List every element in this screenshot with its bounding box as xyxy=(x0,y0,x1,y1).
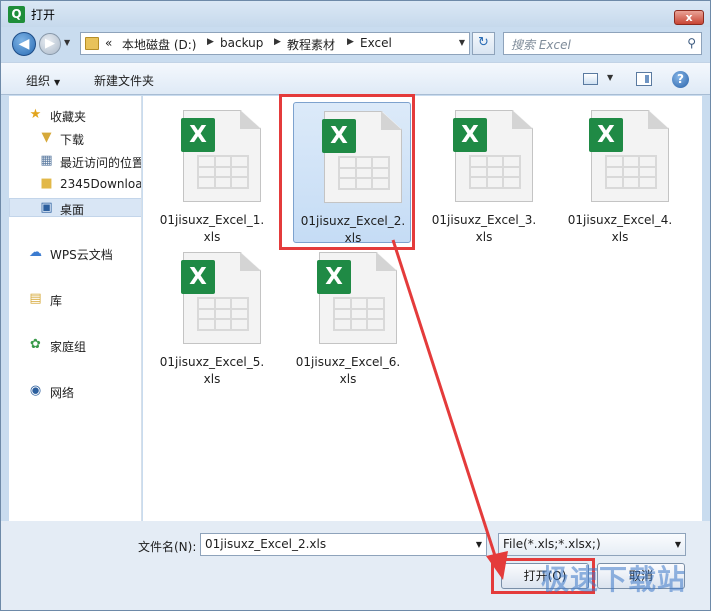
download-folder-icon: ▼ xyxy=(41,130,52,145)
refresh-button[interactable]: ↻ xyxy=(472,32,495,55)
excel-file-icon: X xyxy=(181,110,261,202)
breadcrumb-excel[interactable]: Excel xyxy=(360,36,392,50)
excel-file-icon: X xyxy=(317,252,397,344)
recent-places-icon: ▦ xyxy=(40,153,53,168)
chevron-down-icon[interactable]: ▼ xyxy=(607,73,613,82)
search-input[interactable]: 搜索 Excel xyxy=(511,36,571,53)
sidebar-item-label: WPS云文档 xyxy=(50,248,113,262)
address-bar[interactable]: « 本地磁盘 (D:) ▶ backup ▶ 教程素材 ▶ Excel ▼ xyxy=(80,32,470,55)
file-item-excel-5[interactable]: X 01jisuxz_Excel_5. xls xyxy=(153,244,271,386)
organize-menu[interactable]: 组织 ▼ xyxy=(26,72,60,89)
file-list-view: X 01jisuxz_Excel_1. xls X 01jisuxz_Excel_… xyxy=(143,96,702,521)
close-button[interactable]: x xyxy=(674,10,704,25)
chevron-right-icon[interactable]: ▶ xyxy=(274,37,281,47)
sidebar-item-label: 桌面 xyxy=(60,203,85,217)
file-item-excel-6[interactable]: X 01jisuxz_Excel_6. xls xyxy=(289,244,407,386)
file-type-filter-select[interactable]: File(*.xls;*.xlsx;) ▼ xyxy=(498,533,686,556)
sidebar-item-favorites[interactable]: ★ 收藏夹 xyxy=(9,106,141,125)
sidebar-item-network[interactable]: ◉ 网络 xyxy=(9,382,141,401)
back-button[interactable]: ◀ xyxy=(12,32,36,56)
preview-pane-button[interactable] xyxy=(636,72,652,86)
excel-file-icon: X xyxy=(453,110,533,202)
star-icon: ★ xyxy=(29,107,42,122)
network-icon: ◉ xyxy=(29,383,42,398)
address-overflow[interactable]: « xyxy=(105,36,112,50)
file-name: 01jisuxz_Excel_3. xls xyxy=(431,213,537,244)
navigation-pane: ★ 收藏夹 ▼ 下载 ▦ 最近访问的位置 ■ 2345Downloads ▣ 桌… xyxy=(9,96,142,521)
excel-x-icon: X xyxy=(453,118,487,152)
sidebar-item-wps-cloud[interactable]: ☁ WPS云文档 xyxy=(9,244,141,263)
change-view-button[interactable] xyxy=(583,73,598,85)
file-item-excel-3[interactable]: X 01jisuxz_Excel_3. xls xyxy=(425,102,543,244)
chevron-down-icon: ▼ xyxy=(674,540,681,549)
arrow-right-icon: ▶ xyxy=(45,36,55,51)
sidebar-item-label: 最近访问的位置 xyxy=(60,156,142,170)
excel-file-icon: X xyxy=(181,252,261,344)
sidebar-item-label: 网络 xyxy=(50,386,75,400)
refresh-icon: ↻ xyxy=(478,35,489,50)
chevron-right-icon[interactable]: ▶ xyxy=(207,37,214,47)
sidebar-item-label: 收藏夹 xyxy=(50,110,87,124)
excel-x-icon: X xyxy=(589,118,623,152)
folder-icon xyxy=(85,37,99,50)
file-type-filter-value: File(*.xls;*.xlsx;) xyxy=(503,537,601,551)
desktop-icon: ▣ xyxy=(40,200,53,215)
site-watermark: 极速下载站 xyxy=(541,563,687,596)
excel-x-icon: X xyxy=(181,260,215,294)
arrow-left-icon: ◀ xyxy=(18,36,30,52)
file-item-excel-4[interactable]: X 01jisuxz_Excel_4. xls xyxy=(561,102,679,244)
file-name: 01jisuxz_Excel_6. xls xyxy=(295,355,401,386)
file-item-excel-2[interactable]: X 01jisuxz_Excel_2. xls xyxy=(293,102,411,245)
title-bar: Q 打开 x xyxy=(1,1,710,27)
sidebar-item-label: 2345Downloads xyxy=(60,177,142,191)
sidebar-item-label: 下载 xyxy=(60,133,85,147)
filename-input[interactable]: 01jisuxz_Excel_2.xls ▼ xyxy=(200,533,487,556)
sidebar-item-homegroup[interactable]: ✿ 家庭组 xyxy=(9,336,141,355)
excel-file-icon: X xyxy=(322,111,402,203)
recent-pages-dropdown[interactable]: ▼ xyxy=(64,38,70,47)
filename-label: 文件名(N): xyxy=(138,540,197,554)
excel-x-icon: X xyxy=(317,260,351,294)
sidebar-item-label: 家庭组 xyxy=(50,340,87,354)
search-icon[interactable]: ⚲ xyxy=(687,36,696,50)
breadcrumb-drive[interactable]: 本地磁盘 (D:) xyxy=(122,36,196,53)
file-name: 01jisuxz_Excel_4. xls xyxy=(567,213,673,244)
breadcrumb-tutorial-materials[interactable]: 教程素材 xyxy=(287,36,335,53)
file-name: 01jisuxz_Excel_1. xls xyxy=(159,213,265,244)
library-icon: ▤ xyxy=(29,291,42,306)
cloud-icon: ☁ xyxy=(29,245,42,260)
search-box[interactable]: 搜索 Excel ⚲ xyxy=(503,32,702,55)
filename-value: 01jisuxz_Excel_2.xls xyxy=(205,537,327,551)
sidebar-item-2345downloads[interactable]: ■ 2345Downloads xyxy=(9,175,142,194)
excel-file-icon: X xyxy=(589,110,669,202)
forward-button[interactable]: ▶ xyxy=(39,33,61,55)
excel-x-icon: X xyxy=(181,118,215,152)
chevron-right-icon[interactable]: ▶ xyxy=(347,37,354,47)
sidebar-item-libraries[interactable]: ▤ 库 xyxy=(9,290,141,309)
command-toolbar: 组织 ▼ 新建文件夹 ▼ ? xyxy=(1,62,710,95)
excel-x-icon: X xyxy=(322,119,356,153)
file-name: 01jisuxz_Excel_2. xls xyxy=(300,214,406,245)
breadcrumb-backup[interactable]: backup xyxy=(220,36,263,50)
new-folder-button[interactable]: 新建文件夹 xyxy=(94,72,154,89)
sidebar-item-desktop[interactable]: ▣ 桌面 xyxy=(9,198,141,217)
organize-label: 组织 xyxy=(26,74,51,88)
homegroup-icon: ✿ xyxy=(30,337,41,352)
chevron-down-icon[interactable]: ▼ xyxy=(476,540,482,549)
open-file-dialog: Q 打开 x ◀ ▶ ▼ « 本地磁盘 (D:) ▶ backup ▶ 教程素材… xyxy=(0,0,711,611)
window-title: 打开 xyxy=(31,8,56,22)
sidebar-item-recent-places[interactable]: ▦ 最近访问的位置 xyxy=(9,152,142,171)
file-name: 01jisuxz_Excel_5. xls xyxy=(159,355,265,386)
help-button[interactable]: ? xyxy=(672,71,689,88)
sidebar-item-downloads[interactable]: ▼ 下载 xyxy=(9,129,141,148)
app-logo-icon: Q xyxy=(8,6,25,23)
chevron-down-icon: ▼ xyxy=(54,78,61,87)
chevron-down-icon[interactable]: ▼ xyxy=(459,38,465,47)
file-item-excel-1[interactable]: X 01jisuxz_Excel_1. xls xyxy=(153,102,271,244)
folder-icon: ■ xyxy=(40,176,53,191)
sidebar-item-label: 库 xyxy=(50,294,63,308)
